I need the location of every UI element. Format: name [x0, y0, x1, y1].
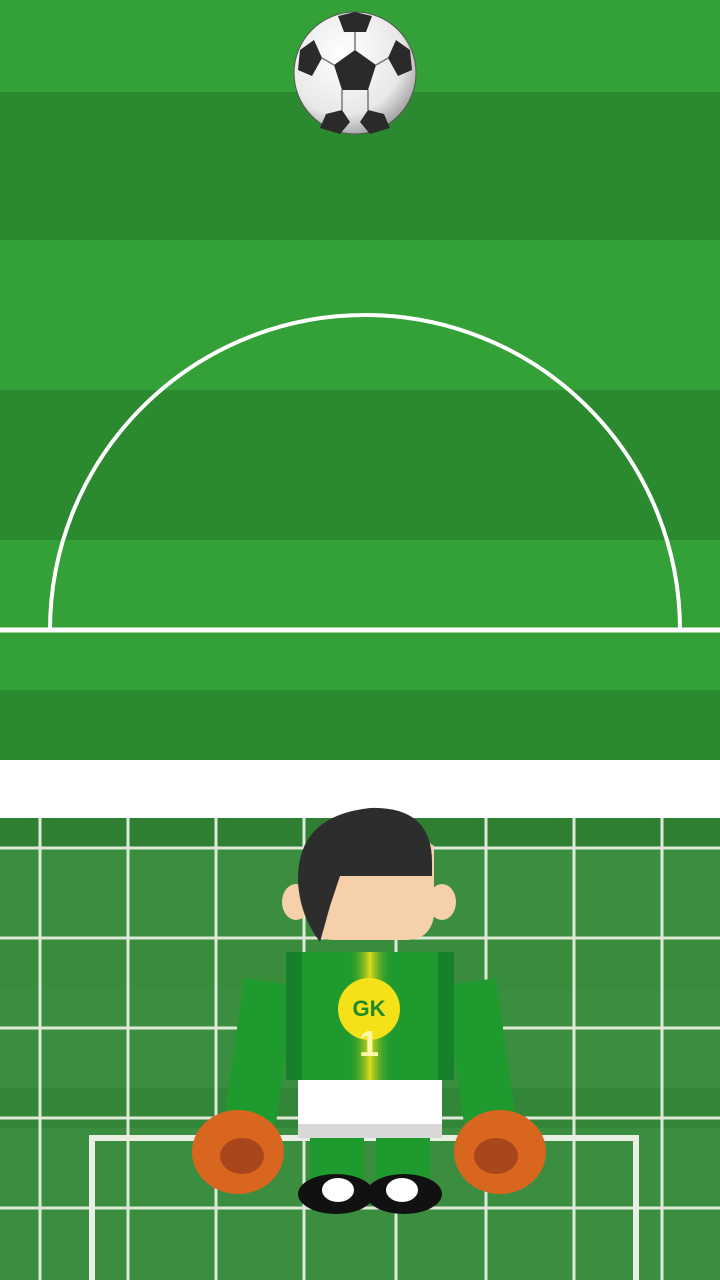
penalty-arc [48, 313, 682, 631]
keeper-shirt-number: 1 [358, 1023, 380, 1064]
game-scene[interactable]: GK 1 [0, 0, 720, 1280]
keeper-badge-text: GK [352, 996, 386, 1021]
right-arm [444, 978, 516, 1124]
soccer-ball-icon[interactable] [292, 10, 418, 136]
left-arm [224, 978, 296, 1124]
